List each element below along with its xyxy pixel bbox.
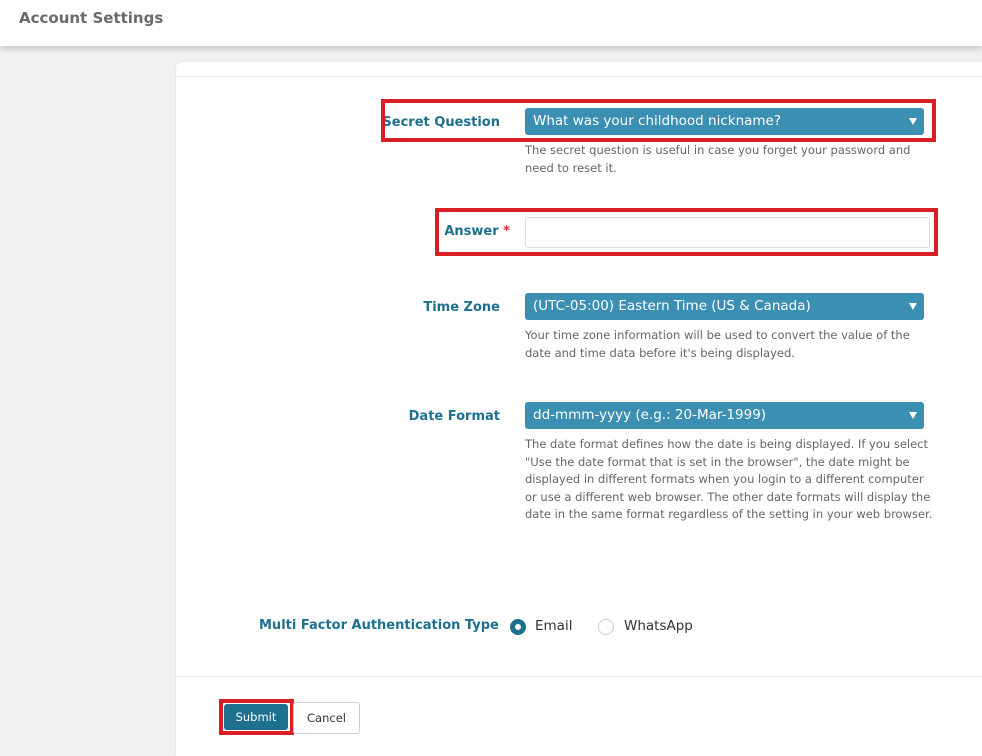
time-zone-value: (UTC-05:00) Eastern Time (US & Canada) <box>533 298 811 314</box>
time-zone-label: Time Zone <box>423 300 500 315</box>
mfa-whatsapp-label[interactable]: WhatsApp <box>624 618 693 634</box>
time-zone-help: Your time zone information will be used … <box>525 328 910 360</box>
settings-form-card: Secret Question What was your childhood … <box>176 62 982 756</box>
divider <box>176 676 982 677</box>
highlight-box <box>435 208 938 256</box>
divider <box>176 76 982 77</box>
date-format-select[interactable]: dd-mmm-yyyy (e.g.: 20-Mar-1999) <box>525 402 924 429</box>
mfa-whatsapp-radio[interactable] <box>598 619 614 635</box>
chevron-down-icon <box>909 412 917 419</box>
mfa-email-label[interactable]: Email <box>535 618 572 634</box>
page-header: Account Settings <box>0 0 982 46</box>
page-title: Account Settings <box>19 9 164 27</box>
chevron-down-icon <box>909 303 917 310</box>
date-format-help: The date format defines how the date is … <box>525 437 933 522</box>
highlight-box <box>219 699 294 735</box>
secret-question-help: The secret question is useful in case yo… <box>525 143 911 175</box>
cancel-button[interactable]: Cancel <box>293 702 360 734</box>
date-format-value: dd-mmm-yyyy (e.g.: 20-Mar-1999) <box>533 407 767 423</box>
date-format-label: Date Format <box>408 409 500 424</box>
mfa-type-label: Multi Factor Authentication Type <box>259 618 499 633</box>
mfa-email-radio[interactable] <box>510 619 526 635</box>
time-zone-select[interactable]: (UTC-05:00) Eastern Time (US & Canada) <box>525 293 924 320</box>
highlight-box <box>381 99 936 142</box>
